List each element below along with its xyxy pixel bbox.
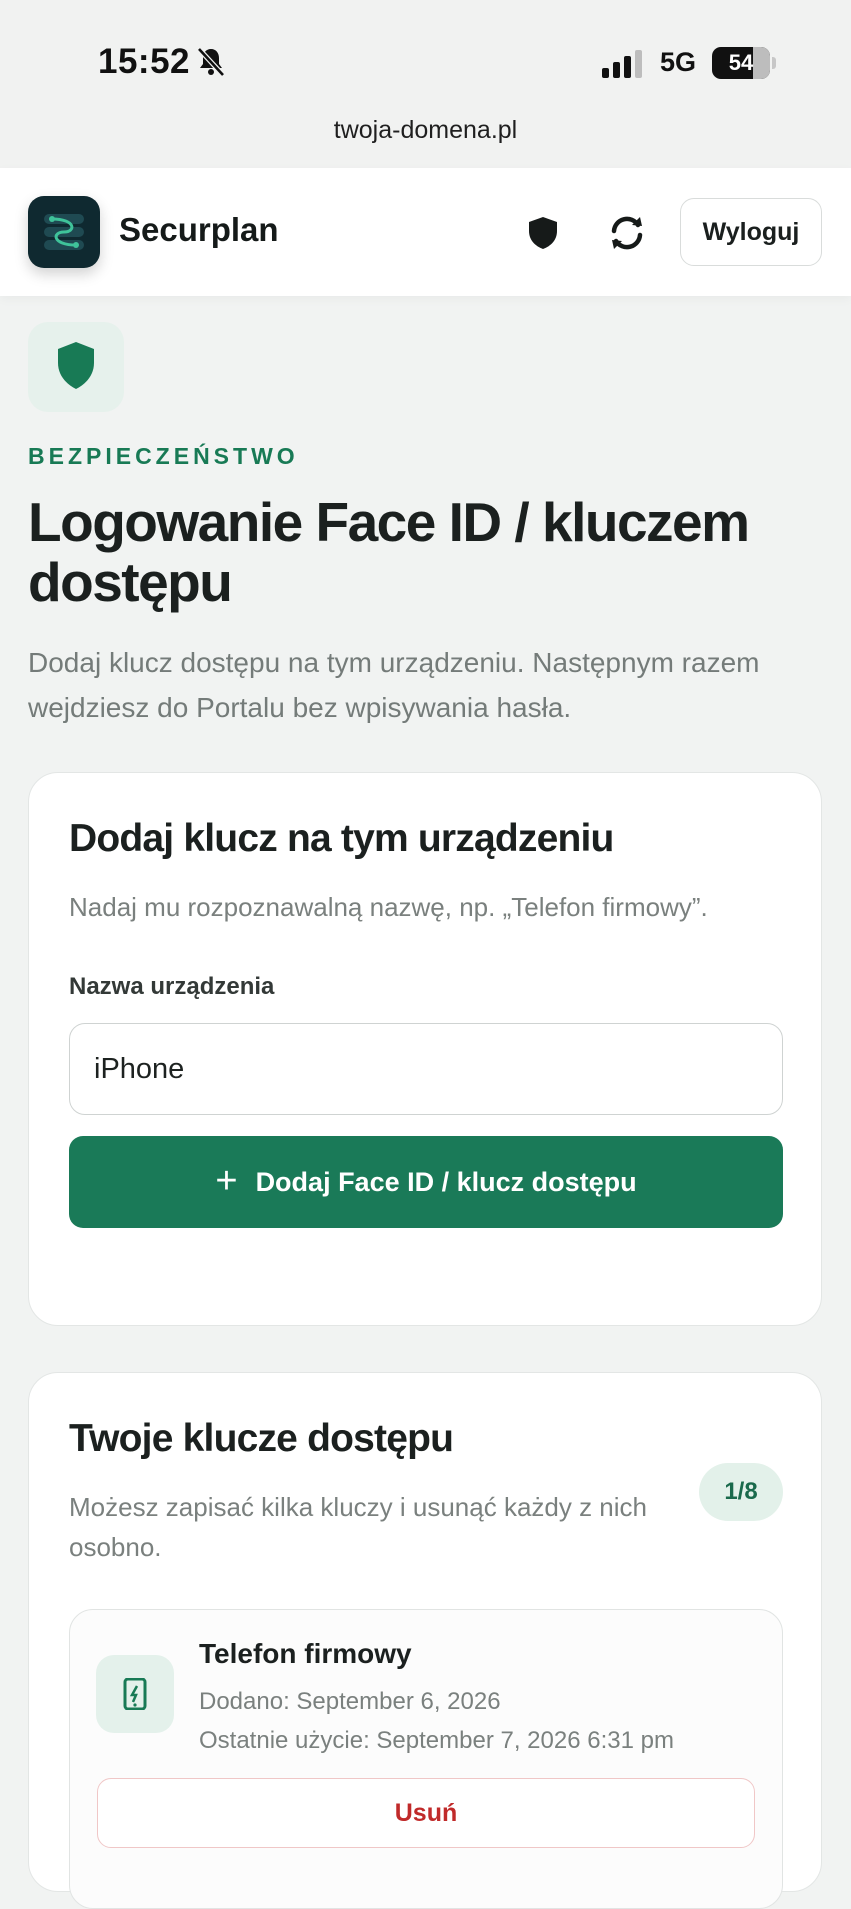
passkey-list-item: Telefon firmowy Dodano: September 6, 202… (69, 1609, 783, 1909)
battery-icon: 54 (712, 47, 770, 79)
passkey-name: Telefon firmowy (199, 1638, 412, 1669)
status-bar: 15:52 5G 54 twoja-domena.pl (0, 0, 851, 168)
brand-name: Securplan (119, 211, 279, 248)
address-bar-url[interactable]: twoja-domena.pl (0, 116, 851, 145)
delete-passkey-button[interactable]: Usuń (97, 1778, 755, 1848)
shield-icon (58, 342, 94, 389)
sync-icon[interactable] (607, 214, 647, 252)
app-header: Securplan Wyloguj (0, 168, 851, 296)
app-logo[interactable] (28, 196, 100, 268)
passkeys-count-badge: 1/8 (699, 1463, 783, 1521)
add-passkey-label: Dodaj Face ID / klucz dostępu (255, 1166, 637, 1197)
device-name-input[interactable] (69, 1023, 783, 1115)
security-badge (28, 322, 124, 412)
status-time: 15:52 (98, 42, 191, 81)
logout-button[interactable]: Wyloguj (680, 198, 822, 266)
passkey-added-date: Dodano: September 6, 2026 (199, 1688, 501, 1715)
device-name-label: Nazwa urządzenia (69, 973, 275, 1000)
network-type: 5G (660, 47, 697, 77)
passkeys-subtitle: Możesz zapisać kilka kluczy i usunąć każ… (69, 1492, 648, 1562)
phone-icon (96, 1655, 174, 1733)
shield-icon[interactable] (527, 216, 559, 250)
add-key-title: Dodaj klucz na tym urządzeniu (69, 817, 614, 860)
passkeys-title: Twoje klucze dostępu (69, 1417, 454, 1460)
battery-level: 54 (728, 50, 754, 75)
add-passkey-button[interactable]: + Dodaj Face ID / klucz dostępu (69, 1136, 783, 1228)
add-key-subtitle: Nadaj mu rozpoznawalną nazwę, np. „Telef… (69, 892, 708, 922)
battery-tip (772, 57, 776, 69)
passkey-last-used: Ostatnie użycie: September 7, 2026 6:31 … (199, 1727, 674, 1754)
section-eyebrow: BEZPIECZEŃSTWO (28, 443, 299, 469)
bell-muted-icon (197, 47, 225, 77)
passkeys-card: Twoje klucze dostępu Możesz zapisać kilk… (28, 1372, 822, 1909)
add-key-card: Dodaj klucz na tym urządzeniu Nadaj mu r… (28, 772, 822, 1326)
page-description: Dodaj klucz dostępu na tym urządzeniu. N… (28, 647, 760, 723)
signal-icon (602, 50, 642, 78)
page-title: Logowanie Face ID / kluczem dostępu (28, 491, 750, 613)
plus-icon: + (215, 1159, 238, 1202)
